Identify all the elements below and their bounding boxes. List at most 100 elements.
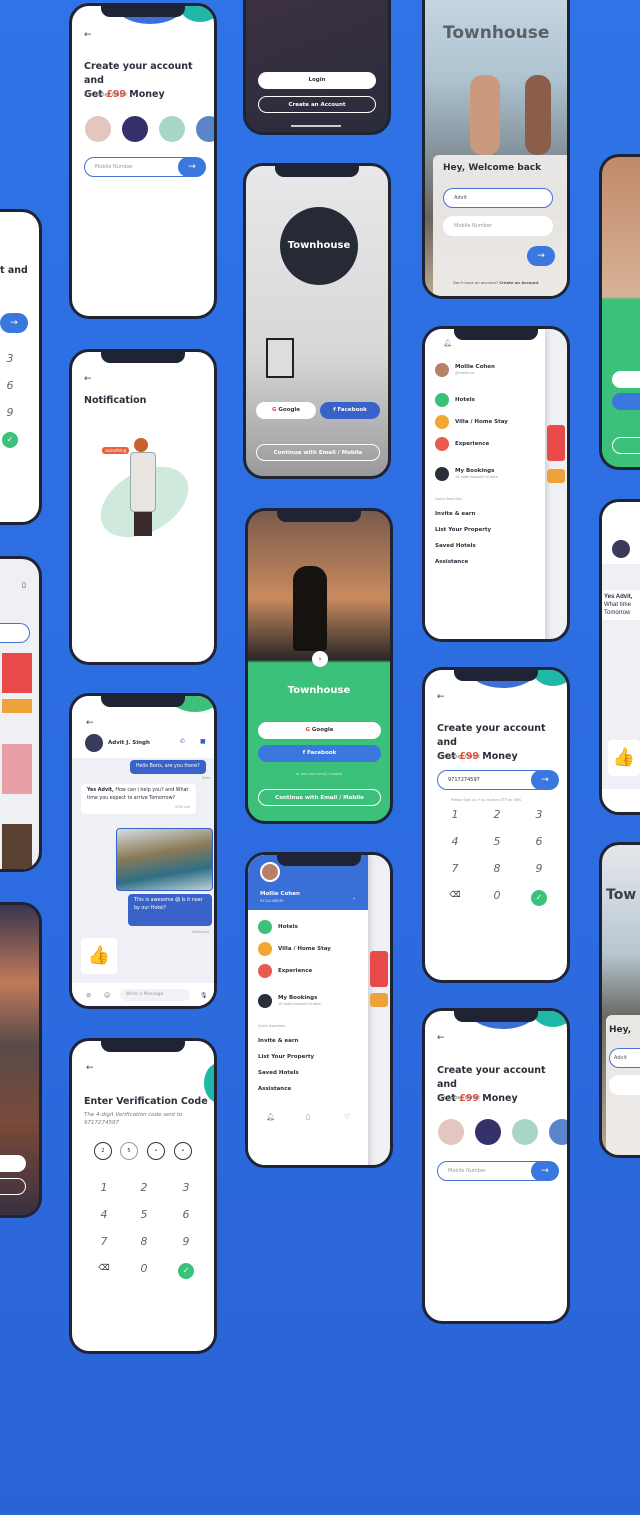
back-arrow-icon[interactable]: ←: [84, 30, 92, 40]
video-icon[interactable]: ■: [200, 738, 206, 745]
backspace-icon[interactable]: ⌫: [445, 890, 465, 899]
key-3[interactable]: 3: [176, 1181, 196, 1194]
key-9[interactable]: 9: [0, 406, 20, 419]
quick-link[interactable]: Assistance: [435, 559, 468, 565]
quick-link[interactable]: Invite & earn: [435, 511, 476, 517]
submit-arrow-button[interactable]: →: [531, 770, 559, 790]
heart-icon[interactable]: ♡: [344, 1113, 350, 1121]
key-8[interactable]: 8: [134, 1235, 154, 1248]
key-5[interactable]: 5: [134, 1208, 154, 1221]
back-arrow-icon[interactable]: ←: [84, 374, 92, 384]
quick-link[interactable]: Saved Hotels: [435, 543, 476, 549]
key-0[interactable]: 0: [134, 1262, 154, 1275]
google-button[interactable]: G Google: [256, 402, 316, 419]
quick-link[interactable]: List Your Property: [435, 527, 491, 533]
chevron-down-icon[interactable]: ⌄: [352, 895, 356, 901]
mobile-number-input[interactable]: Mobile Number: [443, 216, 553, 236]
code-digit[interactable]: •: [174, 1142, 192, 1160]
code-digit[interactable]: •: [147, 1142, 165, 1160]
menu-item-bookings[interactable]: My Bookings 16 hotel booked till date: [435, 467, 498, 481]
facebook-button[interactable]: [612, 393, 640, 410]
submit-arrow-button[interactable]: →: [0, 313, 28, 333]
confirm-check-icon[interactable]: ✓: [2, 432, 18, 448]
menu-item-bookings[interactable]: My Bookings 16 hotel booked till date: [258, 994, 321, 1008]
key-8[interactable]: 8: [487, 862, 507, 875]
facebook-button[interactable]: f Facebook: [320, 402, 380, 419]
key-1[interactable]: 1: [445, 808, 465, 821]
mobile-number-input[interactable]: [609, 1075, 640, 1095]
avatar[interactable]: [549, 1119, 567, 1145]
scroll-down-button[interactable]: ›: [312, 651, 328, 667]
key-3[interactable]: 3: [529, 808, 549, 821]
search-input[interactable]: [0, 623, 30, 643]
confirm-check-icon[interactable]: ✓: [531, 890, 547, 906]
quick-link[interactable]: Assistance: [258, 1086, 291, 1092]
menu-item-hotels[interactable]: Hotels: [435, 393, 475, 407]
submit-arrow-button[interactable]: →: [178, 157, 206, 177]
contact-avatar[interactable]: [85, 734, 103, 752]
name-input[interactable]: Advit: [443, 188, 553, 208]
avatar[interactable]: [122, 116, 148, 142]
back-arrow-icon[interactable]: ←: [86, 718, 94, 728]
google-button[interactable]: G Google: [258, 722, 381, 739]
avatar[interactable]: [475, 1119, 501, 1145]
avatar[interactable]: [260, 862, 280, 882]
avatar[interactable]: [85, 116, 111, 142]
code-digit[interactable]: 5: [120, 1142, 138, 1160]
emoji-icon[interactable]: ☺: [104, 992, 110, 999]
quick-link[interactable]: Saved Hotels: [258, 1070, 299, 1076]
name-input[interactable]: Advit: [609, 1048, 640, 1068]
avatar[interactable]: [438, 1119, 464, 1145]
menu-item-experience[interactable]: Experience: [258, 964, 312, 978]
key-6[interactable]: 6: [176, 1208, 196, 1221]
key-3[interactable]: 3: [0, 352, 20, 365]
login-button[interactable]: Login: [258, 72, 376, 89]
continue-button[interactable]: [612, 437, 640, 454]
attach-icon[interactable]: ⊘: [86, 992, 91, 999]
submit-arrow-button[interactable]: →: [531, 1161, 559, 1181]
key-7[interactable]: 7: [94, 1235, 114, 1248]
key-6[interactable]: 6: [0, 379, 20, 392]
submit-arrow-button[interactable]: →: [527, 246, 555, 266]
menu-item-villa[interactable]: Villa / Home Stay: [435, 415, 508, 429]
menu-item-experience[interactable]: Experience: [435, 437, 489, 451]
code-digit[interactable]: 2: [94, 1142, 112, 1160]
key-6[interactable]: 6: [529, 835, 549, 848]
avatar[interactable]: [159, 116, 185, 142]
backspace-icon[interactable]: ⌫: [94, 1263, 114, 1272]
key-1[interactable]: 1: [94, 1181, 114, 1194]
create-account-button[interactable]: [0, 1178, 26, 1195]
back-arrow-icon[interactable]: ←: [86, 1063, 94, 1073]
login-button[interactable]: [0, 1155, 26, 1172]
create-account-link[interactable]: Create an Account: [499, 280, 538, 285]
key-4[interactable]: 4: [94, 1208, 114, 1221]
bookmark-icon[interactable]: ▯: [22, 581, 26, 589]
profile-row[interactable]: Mollie Cohen @mollie.co: [435, 363, 495, 377]
shared-photo[interactable]: [116, 828, 213, 891]
key-9[interactable]: 9: [176, 1235, 196, 1248]
create-account-button[interactable]: Create an Account: [258, 96, 376, 113]
key-2[interactable]: 2: [134, 1181, 154, 1194]
facebook-button[interactable]: f Facebook: [258, 745, 381, 762]
bell-icon[interactable]: 🔔︎: [443, 339, 452, 347]
avatar[interactable]: [512, 1119, 538, 1145]
key-4[interactable]: 4: [445, 835, 465, 848]
continue-email-button[interactable]: Continue with Email / Mobile: [256, 444, 380, 461]
key-9[interactable]: 9: [529, 862, 549, 875]
key-7[interactable]: 7: [445, 862, 465, 875]
quick-link[interactable]: List Your Property: [258, 1054, 314, 1060]
back-arrow-icon[interactable]: ←: [437, 692, 445, 702]
key-5[interactable]: 5: [487, 835, 507, 848]
back-arrow-icon[interactable]: ←: [437, 1033, 445, 1043]
login-button[interactable]: [612, 371, 640, 388]
bell-icon[interactable]: 🔔︎: [266, 1113, 275, 1121]
bookmark-icon[interactable]: ▯: [306, 1113, 310, 1121]
message-input[interactable]: Write a Message: [120, 989, 190, 1001]
menu-item-hotels[interactable]: Hotels: [258, 920, 298, 934]
mic-icon[interactable]: 🎙︎: [200, 992, 208, 999]
continue-email-button[interactable]: Continue with Email / Mobile: [258, 789, 381, 806]
menu-item-villa[interactable]: Villa / Home Stay: [258, 942, 331, 956]
phone-icon[interactable]: ✆: [180, 738, 185, 745]
contact-avatar[interactable]: [612, 540, 630, 558]
key-2[interactable]: 2: [487, 808, 507, 821]
